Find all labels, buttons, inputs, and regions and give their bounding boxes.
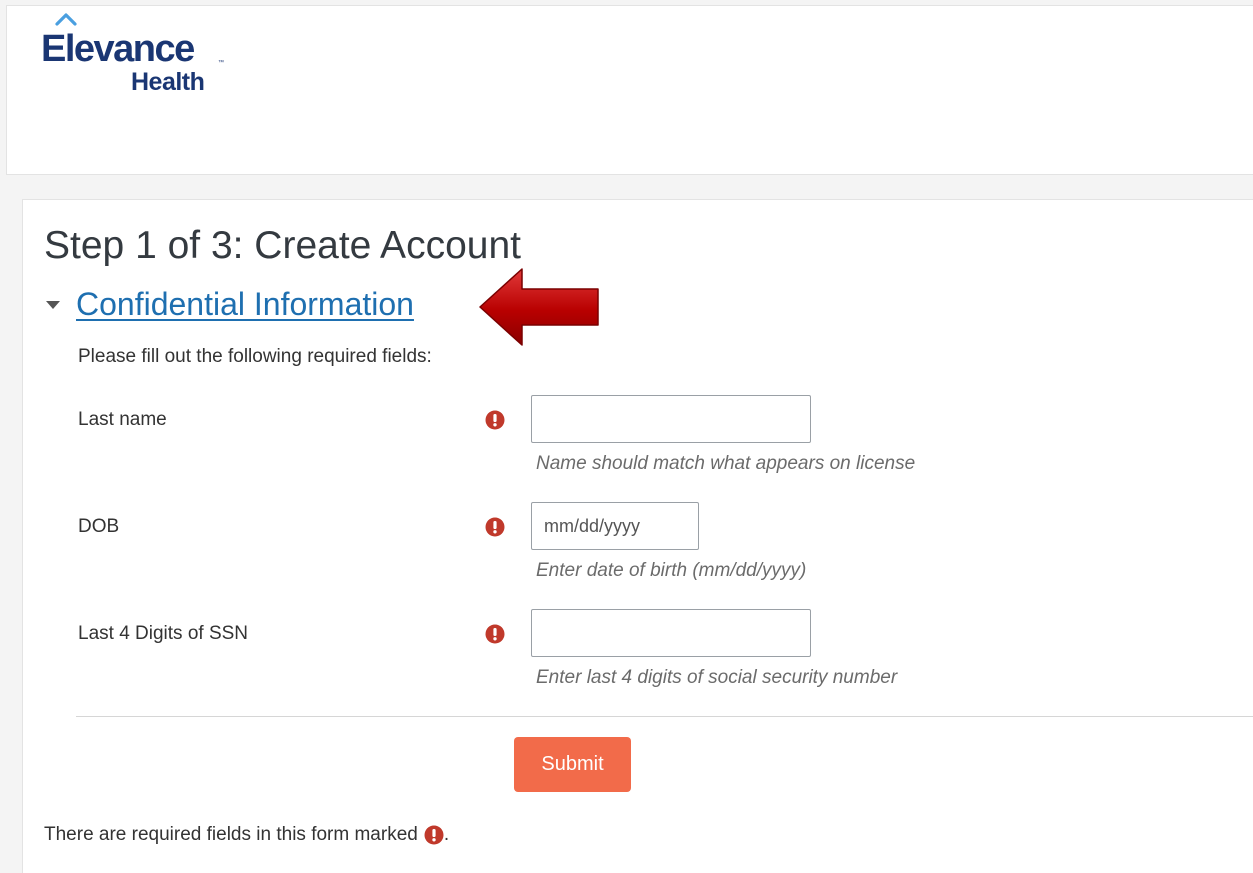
required-fields-note: There are required fields in this form m… [44, 824, 449, 846]
triangle-down-icon[interactable] [46, 300, 60, 310]
last-name-label: Last name [78, 409, 167, 430]
required-exclamation-icon [485, 517, 505, 537]
confidential-information-link[interactable]: Confidential Information [76, 282, 414, 326]
form-instructions: Please fill out the following required f… [78, 346, 432, 367]
page-title: Step 1 of 3: Create Account [44, 224, 521, 267]
submit-button[interactable]: Submit [514, 737, 631, 792]
required-fields-note-period: . [443, 824, 450, 845]
red-arrow-icon [479, 268, 599, 346]
logo-text-elevance: Elevance [41, 28, 195, 70]
logo-caret-icon [55, 13, 77, 26]
required-exclamation-icon [424, 825, 444, 845]
required-exclamation-icon [485, 410, 505, 430]
required-fields-note-text: There are required fields in this form m… [44, 824, 418, 845]
ssn-last4-input[interactable] [531, 609, 811, 657]
logo-trademark: ™ [218, 60, 224, 66]
ssn-last4-label: Last 4 Digits of SSN [78, 623, 249, 644]
dob-help: Enter date of birth (mm/dd/yyyy) [536, 560, 807, 581]
ssn-last4-help: Enter last 4 digits of social security n… [536, 667, 898, 688]
elevance-health-logo[interactable]: Elevance ™ Health [41, 12, 241, 104]
logo-text-health: Health [131, 68, 205, 96]
dob-input[interactable] [531, 502, 699, 550]
last-name-input[interactable] [531, 395, 811, 443]
site-header: Elevance ™ Health [6, 5, 1253, 175]
last-name-help: Name should match what appears on licens… [536, 453, 916, 474]
form-divider [76, 716, 1253, 717]
dob-label: DOB [78, 516, 120, 537]
required-exclamation-icon [485, 624, 505, 644]
